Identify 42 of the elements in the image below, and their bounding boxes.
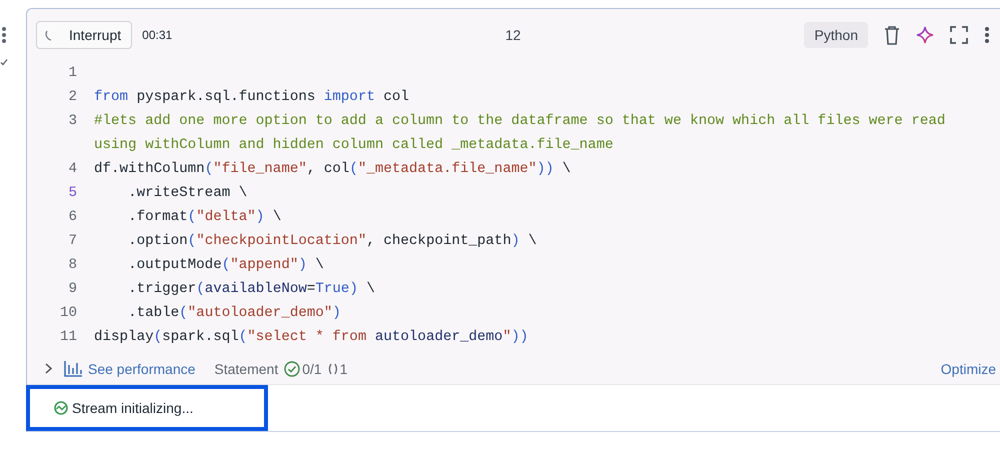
- code-line: .writeStream \: [127, 184, 248, 203]
- elapsed-time: 00:31: [142, 28, 172, 42]
- trash-icon[interactable]: [884, 25, 900, 45]
- cell-number: 12: [505, 27, 521, 43]
- code-line: .trigger(availableNow=True) \: [127, 280, 376, 299]
- line-number: 2: [67, 88, 77, 107]
- running-count: 1: [340, 360, 348, 376]
- check-circle-icon: [284, 360, 300, 376]
- line-number: 3: [67, 112, 77, 131]
- language-selector[interactable]: Python: [804, 22, 868, 48]
- stream-icon: [54, 401, 68, 415]
- spinner-icon: [328, 362, 338, 374]
- bar-chart-icon: [64, 360, 83, 377]
- see-performance-link[interactable]: See performance: [88, 360, 196, 376]
- succeeded-count: 0/1: [302, 360, 322, 376]
- interrupt-button[interactable]: Interrupt: [36, 21, 132, 49]
- line-number: 4: [67, 160, 77, 179]
- stream-status: Stream initializing...: [26, 385, 268, 431]
- code-line: df.withColumn("file_name", col("_metadata.file_name")) \: [94, 160, 572, 179]
- line-number: 6: [67, 208, 77, 227]
- more-icon[interactable]: [0, 26, 8, 44]
- code-line: .option("checkpointLocation", checkpoint_path) \: [127, 232, 538, 251]
- line-number: 5: [67, 184, 77, 203]
- line-number: 7: [67, 232, 77, 251]
- check-icon: [0, 58, 8, 66]
- code-line: .outputMode("append") \: [127, 256, 325, 275]
- code-line: #lets add one more option to add a column to the dataframe so that we know which all files were read using withColumn and hidden column called _metadata.file_name: [94, 112, 946, 155]
- optimize-link[interactable]: Optimize: [940, 360, 996, 376]
- more-icon[interactable]: [984, 26, 990, 44]
- sparkle-icon[interactable]: [916, 26, 934, 44]
- code-line: display(spark.sql("select * from autoloader_demo")): [94, 328, 530, 347]
- chevron-right-icon[interactable]: [45, 363, 52, 374]
- line-number: 11: [58, 328, 77, 347]
- code-line: from pyspark.sql.functions import col: [94, 88, 410, 107]
- line-number: 9: [67, 280, 77, 299]
- code-line: .table("autoloader_demo"): [127, 304, 342, 323]
- code-line: .format("delta") \: [127, 208, 282, 227]
- line-number: 8: [67, 256, 77, 275]
- line-number: 10: [58, 304, 77, 323]
- fullscreen-icon[interactable]: [950, 26, 968, 44]
- line-number: 1: [67, 64, 77, 83]
- statement-label: Statement: [214, 360, 278, 376]
